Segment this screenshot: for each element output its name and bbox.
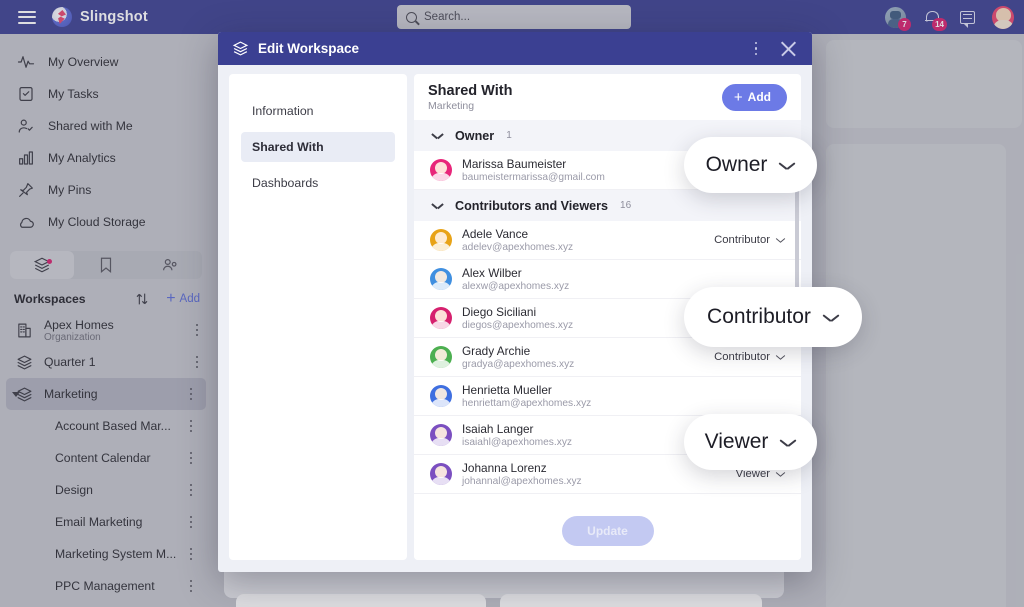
dialog-header: Edit Workspace (218, 32, 812, 65)
avatar (430, 346, 452, 368)
dialog-nav-item-information[interactable]: Information (241, 96, 395, 126)
chevron-down-icon (432, 132, 443, 139)
avatar (430, 463, 452, 485)
chevron-down-icon (779, 161, 795, 170)
avatar (430, 424, 452, 446)
avatar (430, 229, 452, 251)
dialog-footer: Update (414, 502, 801, 560)
member-name: Marissa Baumeister (462, 157, 567, 171)
dialog-title: Edit Workspace (258, 41, 360, 56)
member-name: Diego Siciliani (462, 305, 537, 319)
chevron-down-icon (780, 438, 796, 447)
list-item[interactable]: Adele Vance adelev@apexhomes.xyz Contribut… (414, 221, 801, 260)
avatar (430, 268, 452, 290)
shared-with-header: Shared With Marketing + Add (414, 74, 801, 120)
member-email: isaiahl@apexhomes.xyz (462, 437, 573, 448)
app-root: Adele Vance0/10%Alex Wilber0/20%Diego Si… (0, 0, 1024, 607)
member-name: Isaiah Langer (462, 422, 534, 436)
member-email: alexw@apexhomes.xyz (462, 281, 570, 292)
role-label: Contributor (714, 234, 770, 246)
member-email: gradya@apexhomes.xyz (462, 359, 575, 370)
group-title: Contributors and Viewers (455, 198, 609, 213)
member-email: henriettam@apexhomes.xyz (462, 398, 592, 409)
chevron-down-icon (776, 354, 785, 360)
add-member-button[interactable]: + Add (721, 83, 787, 111)
role-dropdown[interactable]: Contributor (714, 234, 785, 246)
role-dropdown[interactable]: Contributor (714, 351, 785, 363)
member-name: Grady Archie (462, 344, 531, 358)
chevron-down-icon (776, 237, 785, 243)
contributor-callout[interactable]: Contributor (684, 287, 862, 347)
member-email: johannal@apexhomes.xyz (462, 476, 582, 487)
group-count: 16 (620, 200, 632, 211)
list-item[interactable]: Henrietta Mueller henriettam@apexhomes.xy… (414, 377, 801, 416)
update-button[interactable]: Update (561, 516, 654, 546)
avatar (430, 385, 452, 407)
member-name: Johanna Lorenz (462, 461, 547, 475)
page-subtitle: Marketing (428, 99, 475, 112)
plus-icon: + (733, 88, 743, 106)
avatar (430, 307, 452, 329)
page-title: Shared With (428, 82, 513, 99)
layers-icon (232, 41, 249, 56)
member-email: adelev@apexhomes.xyz (462, 242, 574, 253)
dialog-nav: Information Shared With Dashboards (229, 74, 407, 560)
add-member-label: Add (747, 90, 771, 104)
dialog-nav-item-dashboards[interactable]: Dashboards (241, 168, 395, 198)
avatar (430, 159, 452, 181)
member-name: Alex Wilber (462, 266, 522, 280)
group-count: 1 (506, 130, 512, 141)
chevron-down-icon (823, 313, 839, 322)
chevron-down-icon (432, 202, 443, 209)
viewer-callout[interactable]: Viewer (684, 414, 817, 470)
member-name: Adele Vance (462, 227, 529, 241)
viewer-callout-label: Viewer (704, 430, 769, 453)
member-email: baumeistermarissa@gmail.com (462, 172, 605, 183)
member-name: Henrietta Mueller (462, 383, 552, 397)
owner-callout[interactable]: Owner (684, 137, 817, 193)
group-title: Owner (455, 128, 495, 143)
member-email: diegos@apexhomes.xyz (462, 320, 574, 331)
more-vertical-icon[interactable] (748, 41, 764, 56)
role-label: Contributor (714, 351, 770, 363)
contributor-callout-label: Contributor (707, 305, 811, 328)
group-header-contributors[interactable]: Contributors and Viewers 16 (414, 190, 801, 221)
owner-callout-label: Owner (705, 153, 768, 176)
chevron-down-icon (776, 471, 785, 477)
close-icon[interactable] (780, 40, 798, 58)
dialog-nav-item-shared-with[interactable]: Shared With (241, 132, 395, 162)
